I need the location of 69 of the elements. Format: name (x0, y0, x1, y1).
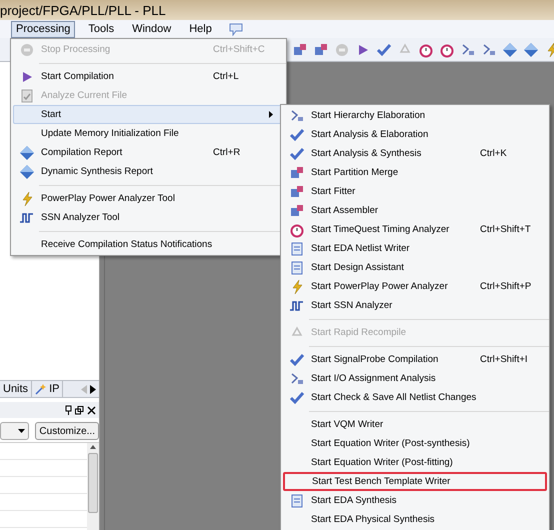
dropdown-caret-icon (18, 429, 26, 433)
stop-icon (19, 42, 35, 58)
menu-item[interactable]: Receive Compilation Status Notifications (13, 235, 284, 254)
menu-item[interactable]: Start Analysis & Elaboration (283, 125, 547, 144)
file-icon (19, 88, 35, 104)
chip-icon (289, 184, 305, 200)
menu-item[interactable]: Start Compilation Ctrl+L (13, 67, 284, 86)
scrollbar[interactable] (87, 443, 99, 530)
scroll-right-icon[interactable] (90, 384, 96, 394)
chip-icon (289, 202, 305, 218)
menu-item[interactable]: Start SignalProbe Compilation Ctrl+Shift+I (283, 350, 547, 369)
chip-icon (292, 42, 308, 58)
menu-item[interactable]: Start PowerPlay Power Analyzer Ctrl+Shift+P (283, 277, 547, 296)
menu-item[interactable]: Start Partition Merge (283, 163, 547, 182)
menu-item[interactable]: Start Assembler (283, 201, 547, 220)
menu-item[interactable]: Start Check & Save All Netlist Changes (283, 388, 547, 407)
menu-bar-item[interactable]: Help (184, 20, 217, 38)
menu-item[interactable]: Start TimeQuest Timing Analyzer Ctrl+Shift+T (283, 220, 547, 239)
menu-item[interactable]: Start Hierarchy Elaboration (283, 106, 547, 125)
customize-button[interactable]: Customize... (35, 422, 99, 440)
menu-bar-item[interactable]: Tools (83, 20, 120, 38)
document-icon (289, 240, 305, 256)
menu-item[interactable]: Compilation Report Ctrl+R (13, 143, 284, 162)
chip-icon (289, 164, 305, 180)
stop-icon (334, 42, 350, 58)
check-icon (289, 126, 305, 142)
menu-bar-item[interactable]: Window (127, 20, 176, 38)
chip-icon (313, 42, 329, 58)
diamond-icon (523, 42, 539, 58)
menu-item[interactable]: Start VQM Writer (283, 415, 547, 434)
menu-bar-item[interactable]: Processing (11, 20, 76, 38)
menu-item[interactable]: Start Equation Writer (Post-fitting) (283, 453, 547, 472)
menu-item[interactable]: Start EDA Physical Synthesis (283, 510, 547, 529)
diamond-icon (19, 144, 35, 160)
pin-icon[interactable] (65, 405, 72, 415)
magic-wand-icon (35, 383, 48, 395)
menu-item[interactable]: Start SSN Analyzer (283, 296, 547, 315)
help-bubble-icon[interactable] (228, 22, 243, 36)
restore-icon[interactable] (75, 406, 84, 414)
panel-tab[interactable]: IP (32, 381, 64, 397)
submenu-arrow-icon (269, 111, 273, 118)
window-title: project/FPGA/PLL/PLL - PLL (0, 4, 166, 16)
stopwatch-icon (289, 222, 305, 238)
diamond-icon (502, 42, 518, 58)
diamond-icon (19, 164, 35, 180)
menu-item[interactable]: Start EDA Synthesis (283, 491, 547, 510)
panel-tab[interactable]: Units (0, 381, 32, 397)
close-icon[interactable] (87, 406, 96, 414)
dropdown-field[interactable] (0, 422, 30, 440)
menu-item[interactable]: Start EDA Netlist Writer (283, 239, 547, 258)
scroll-up-icon[interactable] (90, 445, 96, 449)
document-icon (289, 492, 305, 508)
menu-item[interactable]: Dynamic Synthesis Report (13, 162, 284, 181)
menu-item[interactable]: Start Equation Writer (Post-synthesis) (283, 434, 547, 453)
stopwatch-icon (439, 42, 455, 58)
menu-item[interactable]: SSN Analyzer Tool (13, 208, 284, 227)
check-icon (289, 352, 305, 368)
document-icon (289, 260, 305, 276)
check-icon (289, 390, 305, 406)
menu-item[interactable]: Start Analysis & Synthesis Ctrl+K (283, 144, 547, 163)
menu-item[interactable]: PowerPlay Power Analyzer Tool (13, 189, 284, 208)
check-icon (289, 146, 305, 162)
menu-item[interactable]: Start I/O Assignment Analysis (283, 369, 547, 388)
menu-item[interactable]: Start Fitter (283, 182, 547, 201)
stopwatch-icon (418, 42, 434, 58)
check-icon (376, 42, 392, 58)
menu-item[interactable]: Update Memory Initialization File (13, 124, 284, 143)
menu-item[interactable]: Start Design Assistant (283, 258, 547, 277)
menu-item[interactable]: Start Test Bench Template Writer (283, 472, 547, 491)
